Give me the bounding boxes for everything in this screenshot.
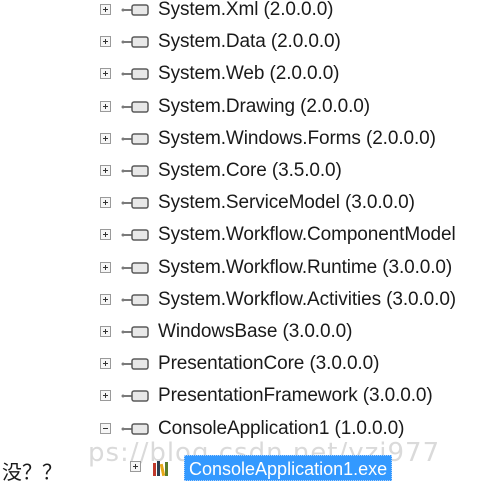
expand-plus-icon[interactable]: [100, 293, 111, 305]
tree-node[interactable]: System.Workflow.Runtime (3.0.0.0): [0, 252, 494, 284]
expand-plus-icon[interactable]: [100, 68, 111, 80]
assembly-icon: [121, 390, 149, 403]
expand-plus-icon[interactable]: [100, 132, 111, 144]
expand-plus-icon[interactable]: [100, 229, 111, 241]
tree-node-label[interactable]: ConsoleApplication1 (1.0.0.0): [158, 417, 404, 441]
assembly-icon: [121, 100, 149, 113]
tree-node[interactable]: System.Workflow.ComponentModel: [0, 219, 494, 251]
assembly-icon: [121, 4, 149, 16]
tree-node-label[interactable]: System.Workflow.Activities (3.0.0.0): [158, 288, 456, 312]
expand-plus-icon[interactable]: [100, 261, 111, 273]
tree-node-label[interactable]: PresentationCore (3.0.0.0): [158, 352, 379, 376]
expand-plus-icon[interactable]: [100, 197, 111, 209]
assembly-icon: [121, 358, 149, 370]
assembly-icon: [121, 165, 149, 177]
tree-node[interactable]: PresentationCore (3.0.0.0): [0, 348, 494, 380]
assembly-icon: [121, 197, 149, 209]
collapse-minus-icon[interactable]: [100, 422, 111, 434]
tree-node-label[interactable]: System.Windows.Forms (2.0.0.0): [158, 127, 436, 151]
tree-node[interactable]: PresentationFramework (3.0.0.0): [0, 380, 494, 412]
tree-node-label[interactable]: System.Core (3.5.0.0): [158, 159, 342, 183]
tree-node[interactable]: WindowsBase (3.0.0.0): [0, 316, 494, 348]
assembly-icon: [121, 133, 149, 145]
tree-node[interactable]: System.Drawing (2.0.0.0): [0, 91, 494, 123]
book-stack-icon: [153, 461, 168, 477]
assembly-icon: [121, 422, 149, 435]
expand-plus-icon[interactable]: [100, 100, 111, 112]
tree-node-label[interactable]: System.Web (2.0.0.0): [158, 62, 339, 86]
tree-node-label[interactable]: System.Data (2.0.0.0): [158, 30, 341, 54]
expand-plus-icon[interactable]: [100, 36, 111, 48]
tree-node[interactable]: System.Data (2.0.0.0): [0, 26, 494, 58]
tree-node-label[interactable]: System.Xml (2.0.0.0): [158, 0, 333, 22]
assembly-icon: [121, 36, 149, 48]
tree-node-label[interactable]: PresentationFramework (3.0.0.0): [158, 384, 433, 408]
tree-node[interactable]: System.Core (3.5.0.0): [0, 155, 494, 187]
assembly-icon: [121, 261, 149, 274]
assembly-icon: [121, 68, 149, 81]
tree-node-label[interactable]: WindowsBase (3.0.0.0): [158, 320, 352, 344]
tree-node[interactable]: System.Xml (2.0.0.0): [0, 0, 494, 26]
expand-plus-icon[interactable]: [100, 358, 111, 370]
expand-plus-icon[interactable]: [100, 4, 111, 15]
expand-plus-icon[interactable]: [100, 390, 111, 402]
expand-plus-icon[interactable]: [100, 165, 111, 176]
tree-node-selected-child[interactable]: ConsoleApplication1.exe: [0, 451, 494, 483]
tree-node[interactable]: System.Windows.Forms (2.0.0.0): [0, 123, 494, 155]
tree-node-label[interactable]: System.Workflow.Runtime (3.0.0.0): [158, 256, 452, 280]
tree-node-label[interactable]: System.ServiceModel (3.0.0.0): [158, 191, 415, 215]
expand-plus-icon[interactable]: [100, 326, 111, 337]
expand-plus-icon[interactable]: [130, 461, 141, 472]
tree-node[interactable]: System.ServiceModel (3.0.0.0): [0, 187, 494, 219]
tree-node-label[interactable]: System.Workflow.ComponentModel: [158, 223, 456, 247]
tree-node[interactable]: System.Web (2.0.0.0): [0, 58, 494, 90]
assembly-tree: System.Xml (2.0.0.0) System.Data (2.0.0.0…: [0, 0, 494, 485]
tree-node-label[interactable]: System.Drawing (2.0.0.0): [158, 95, 370, 119]
assembly-icon: [121, 229, 149, 242]
tree-node[interactable]: System.Workflow.Activities (3.0.0.0): [0, 284, 494, 316]
assembly-icon: [121, 326, 149, 338]
assembly-icon: [121, 294, 149, 306]
tree-node[interactable]: ConsoleApplication1 (1.0.0.0): [0, 413, 494, 445]
selected-node-label[interactable]: ConsoleApplication1.exe: [184, 455, 393, 481]
